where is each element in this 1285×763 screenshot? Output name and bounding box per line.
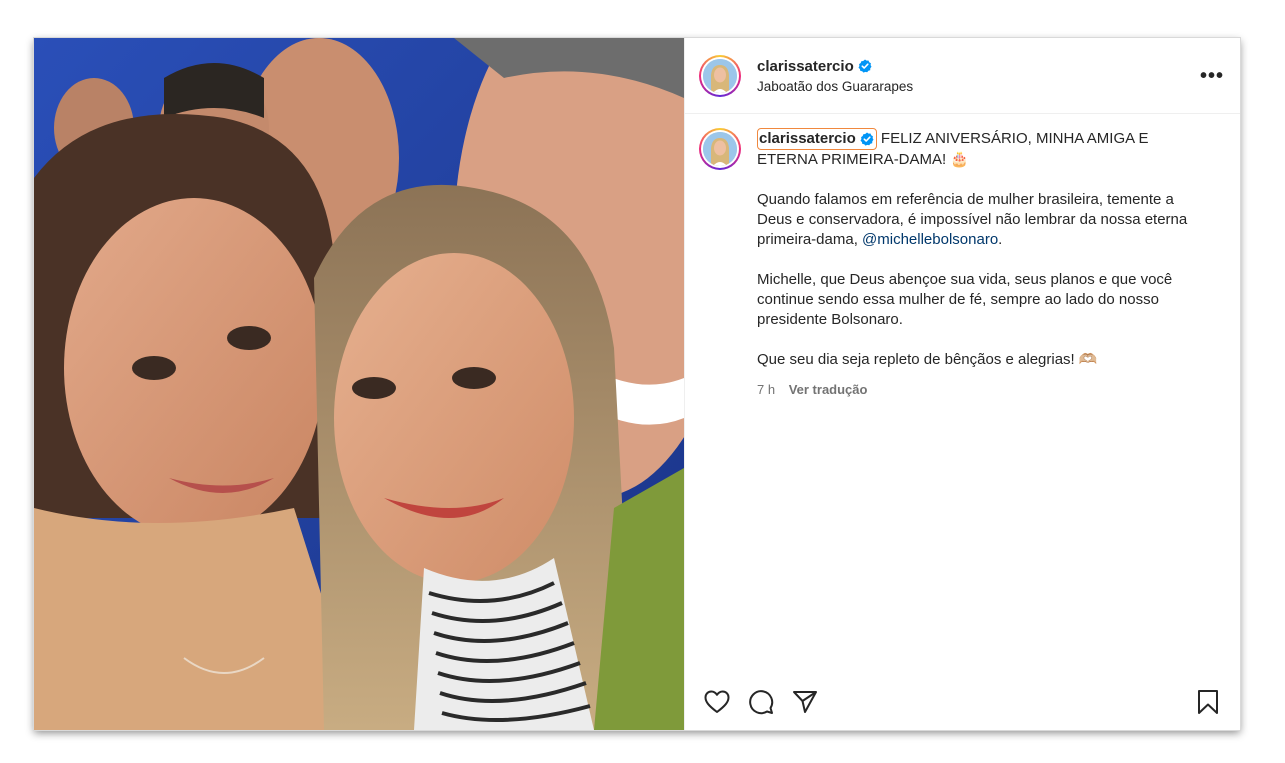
header-username[interactable]: clarissatercio [757,58,854,75]
verified-badge-icon [860,132,874,146]
avatar-image [703,58,737,93]
instagram-post-card: clarissatercio Jaboatão dos Guararapes •… [34,38,1240,730]
caption-meta: 7 h Ver tradução [757,380,1205,400]
caption-text: clarissatercio FELIZ ANIVERSÁRIO, MINHA … [757,128,1205,400]
bookmark-icon [1198,690,1218,714]
heart-icon [704,690,730,713]
avatar[interactable] [699,54,741,97]
verified-badge-icon [858,59,872,73]
caption-paragraph-3: Michelle, que Deus abençoe sua vida, seu… [757,271,1173,328]
save-button[interactable] [1190,684,1226,720]
share-button[interactable] [787,684,823,720]
comment-icon [749,690,774,715]
action-bar [685,674,1240,730]
caption-paragraph-2: Quando falamos em referência de mulher b… [757,191,1188,248]
caption: clarissatercio FELIZ ANIVERSÁRIO, MINHA … [685,114,1240,400]
post-photo[interactable] [34,38,684,730]
more-options-icon[interactable]: ••• [1200,66,1224,86]
post-time: 7 h [757,382,776,397]
like-button[interactable] [699,684,735,720]
caption-avatar[interactable] [699,128,741,170]
post-location[interactable]: Jaboatão dos Guararapes [757,79,1200,94]
caption-username-link[interactable]: clarissatercio [757,128,877,150]
mention-link[interactable]: @michellebolsonaro [862,231,998,248]
post-sidebar: clarissatercio Jaboatão dos Guararapes •… [684,38,1240,730]
caption-paragraph-4: Que seu dia seja repleto de bênçãos e al… [757,351,1098,368]
caption-avatar-image [703,132,737,166]
post-header: clarissatercio Jaboatão dos Guararapes •… [685,38,1240,114]
send-icon [793,691,817,713]
translate-link[interactable]: Ver tradução [789,382,868,397]
comment-button[interactable] [743,684,779,720]
selfie-image [34,38,684,730]
